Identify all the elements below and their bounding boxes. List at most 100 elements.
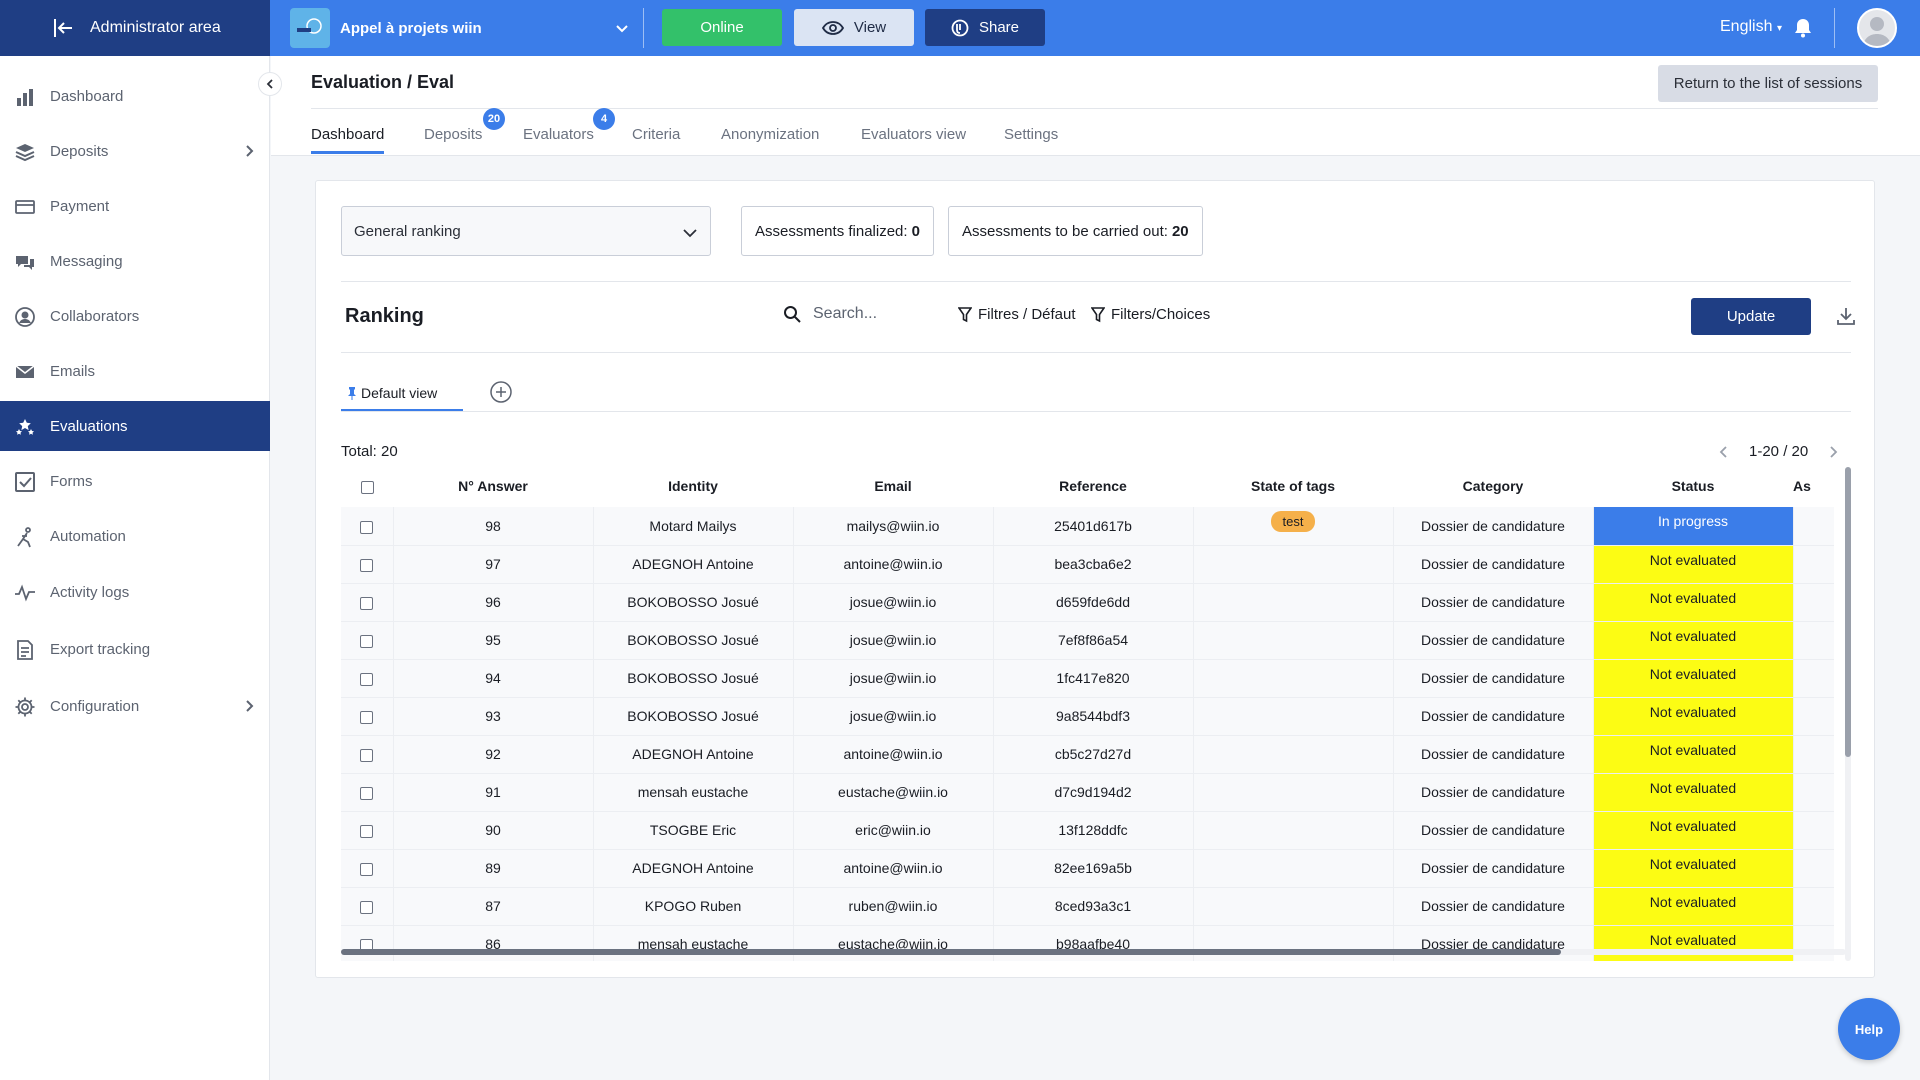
administrator-area-link[interactable]: Administrator area: [0, 0, 270, 56]
column-header-answer[interactable]: N° Answer: [393, 465, 593, 507]
tab-anonymization[interactable]: Anonymization: [721, 126, 819, 143]
row-checkbox[interactable]: [360, 900, 374, 914]
column-header-email[interactable]: Email: [793, 465, 993, 507]
table-row[interactable]: 94 BOKOBOSSO Josué josue@wiin.io 1fc417e820…: [341, 659, 1834, 698]
vertical-scrollbar[interactable]: [1845, 467, 1851, 961]
filter-choices-button[interactable]: Filters/Choices: [1091, 306, 1210, 323]
sidebar-item-emails[interactable]: Emails: [0, 346, 270, 396]
table-row[interactable]: 92 ADEGNOH Antoine antoine@wiin.io cb5c27d2…: [341, 735, 1834, 774]
sidebar-item-configuration[interactable]: Configuration: [0, 681, 270, 731]
cell-status: Not evaluated: [1593, 545, 1794, 584]
assessments-todo-box: Assessments to be carried out: 20: [948, 206, 1203, 256]
scrollbar-thumb[interactable]: [1845, 467, 1851, 757]
avatar[interactable]: [1857, 8, 1897, 48]
row-select-cell: [341, 925, 394, 961]
table-row[interactable]: 91 mensah eustache eustache@wiin.io d7c9d19…: [341, 773, 1834, 812]
row-checkbox[interactable]: [360, 596, 374, 610]
table-row[interactable]: 97 ADEGNOH Antoine antoine@wiin.io bea3cba6…: [341, 545, 1834, 584]
return-to-sessions-button[interactable]: Return to the list of sessions: [1658, 65, 1878, 102]
cell-reference: 1fc417e820: [993, 659, 1194, 698]
column-header-assessment[interactable]: As: [1793, 465, 1834, 507]
search-box[interactable]: Search...: [783, 305, 877, 323]
project-selector[interactable]: Appel à projets wiin: [290, 8, 634, 48]
table-row[interactable]: 89 ADEGNOH Antoine antoine@wiin.io 82ee169a…: [341, 849, 1834, 888]
cell-reference: 13f128ddfc: [993, 811, 1194, 850]
chevron-right-icon[interactable]: [1828, 445, 1838, 458]
cell-status: In progress: [1593, 507, 1794, 546]
collapse-sidebar-button[interactable]: [258, 72, 282, 96]
tab-evaluators[interactable]: Evaluators: [523, 126, 594, 143]
scrollbar-thumb[interactable]: [341, 949, 1561, 955]
tab-criteria[interactable]: Criteria: [632, 126, 680, 143]
row-checkbox[interactable]: [360, 634, 374, 648]
row-checkbox[interactable]: [360, 862, 374, 876]
cell-category: Dossier de candidature: [1393, 773, 1594, 812]
cell-tags: [1193, 545, 1394, 584]
cell-reference: 9a8544bdf3: [993, 697, 1194, 736]
sidebar-item-activity-logs[interactable]: Activity logs: [0, 567, 270, 617]
sidebar-item-export-tracking[interactable]: Export tracking: [0, 624, 270, 674]
tab-evaluators-view[interactable]: Evaluators view: [861, 126, 966, 143]
table-row[interactable]: 93 BOKOBOSSO Josué josue@wiin.io 9a8544bdf3…: [341, 697, 1834, 736]
gear-icon: [15, 697, 35, 717]
sidebar-item-collaborators[interactable]: Collaborators: [0, 291, 270, 341]
cell-reference: d7c9d194d2: [993, 773, 1194, 812]
assessments-finalized-value: 0: [911, 222, 920, 240]
table-row[interactable]: 95 BOKOBOSSO Josué josue@wiin.io 7ef8f86a54…: [341, 621, 1834, 660]
column-header-status[interactable]: Status: [1593, 465, 1793, 507]
tab-dashboard[interactable]: Dashboard: [311, 126, 384, 143]
row-checkbox[interactable]: [360, 748, 374, 762]
sidebar-item-label: Export tracking: [50, 640, 151, 658]
download-icon[interactable]: [1836, 306, 1856, 326]
table-row[interactable]: 90 TSOGBE Eric eric@wiin.io 13f128ddfc Dossi…: [341, 811, 1834, 850]
view-button[interactable]: View: [794, 9, 914, 46]
table-row[interactable]: 87 KPOGO Ruben ruben@wiin.io 8ced93a3c1 Doss…: [341, 887, 1834, 926]
sidebar-item-messaging[interactable]: Messaging: [0, 236, 270, 286]
cell-category: Dossier de candidature: [1393, 621, 1594, 660]
tag-badge[interactable]: test: [1270, 511, 1316, 533]
row-checkbox[interactable]: [360, 710, 374, 724]
sidebar-item-dashboard[interactable]: Dashboard: [0, 71, 270, 121]
row-checkbox[interactable]: [360, 520, 374, 534]
table-header-row: N° Answer Identity Email Reference State…: [341, 465, 1834, 507]
ranking-type-select[interactable]: General ranking: [341, 206, 711, 256]
sidebar-item-evaluations[interactable]: Evaluations: [0, 401, 270, 451]
bell-icon[interactable]: [1794, 18, 1812, 38]
default-view-tab[interactable]: Default view: [341, 377, 463, 411]
table-row[interactable]: 98 Motard Mailys mailys@wiin.io 25401d617b t…: [341, 507, 1834, 546]
row-checkbox[interactable]: [360, 786, 374, 800]
sidebar-item-automation[interactable]: Automation: [0, 511, 270, 561]
table-row[interactable]: 86 mensah eustache eustache@wiin.io b98aafb…: [341, 925, 1834, 961]
sidebar-item-forms[interactable]: Forms: [0, 456, 270, 506]
sidebar-item-payment[interactable]: Payment: [0, 181, 270, 231]
row-checkbox[interactable]: [360, 672, 374, 686]
user-circle-icon: [15, 307, 35, 327]
horizontal-scrollbar[interactable]: [341, 949, 1846, 955]
update-button[interactable]: Update: [1691, 298, 1811, 335]
filter-default-button[interactable]: Filtres / Défaut: [958, 306, 1076, 323]
cell-tags: [1193, 697, 1394, 736]
select-all-checkbox[interactable]: [360, 480, 374, 494]
table-row[interactable]: 96 BOKOBOSSO Josué josue@wiin.io d659fde6dd…: [341, 583, 1834, 622]
column-header-identity[interactable]: Identity: [593, 465, 793, 507]
online-button[interactable]: Online: [662, 9, 782, 46]
divider: [341, 281, 1851, 282]
column-header-tags[interactable]: State of tags: [1193, 465, 1393, 507]
sidebar-item-deposits[interactable]: Deposits: [0, 126, 270, 176]
row-checkbox[interactable]: [360, 558, 374, 572]
search-input[interactable]: Search...: [813, 305, 877, 323]
language-selector[interactable]: English ▾: [1720, 18, 1782, 36]
help-button[interactable]: Help: [1838, 998, 1900, 1060]
table-body: 98 Motard Mailys mailys@wiin.io 25401d617b t…: [341, 507, 1834, 961]
chevron-left-icon[interactable]: [1719, 445, 1729, 458]
sidebar-item-label: Dashboard: [50, 87, 124, 105]
column-header-reference[interactable]: Reference: [993, 465, 1193, 507]
column-header-category[interactable]: Category: [1393, 465, 1593, 507]
share-button[interactable]: Share: [925, 9, 1045, 46]
add-view-icon[interactable]: [490, 381, 512, 403]
tab-deposits[interactable]: Deposits: [424, 126, 482, 143]
cell-answer-number: 91: [393, 773, 594, 812]
row-checkbox[interactable]: [360, 824, 374, 838]
tab-settings[interactable]: Settings: [1004, 126, 1058, 143]
ranking-table-container[interactable]: N° Answer Identity Email Reference State…: [341, 465, 1834, 961]
